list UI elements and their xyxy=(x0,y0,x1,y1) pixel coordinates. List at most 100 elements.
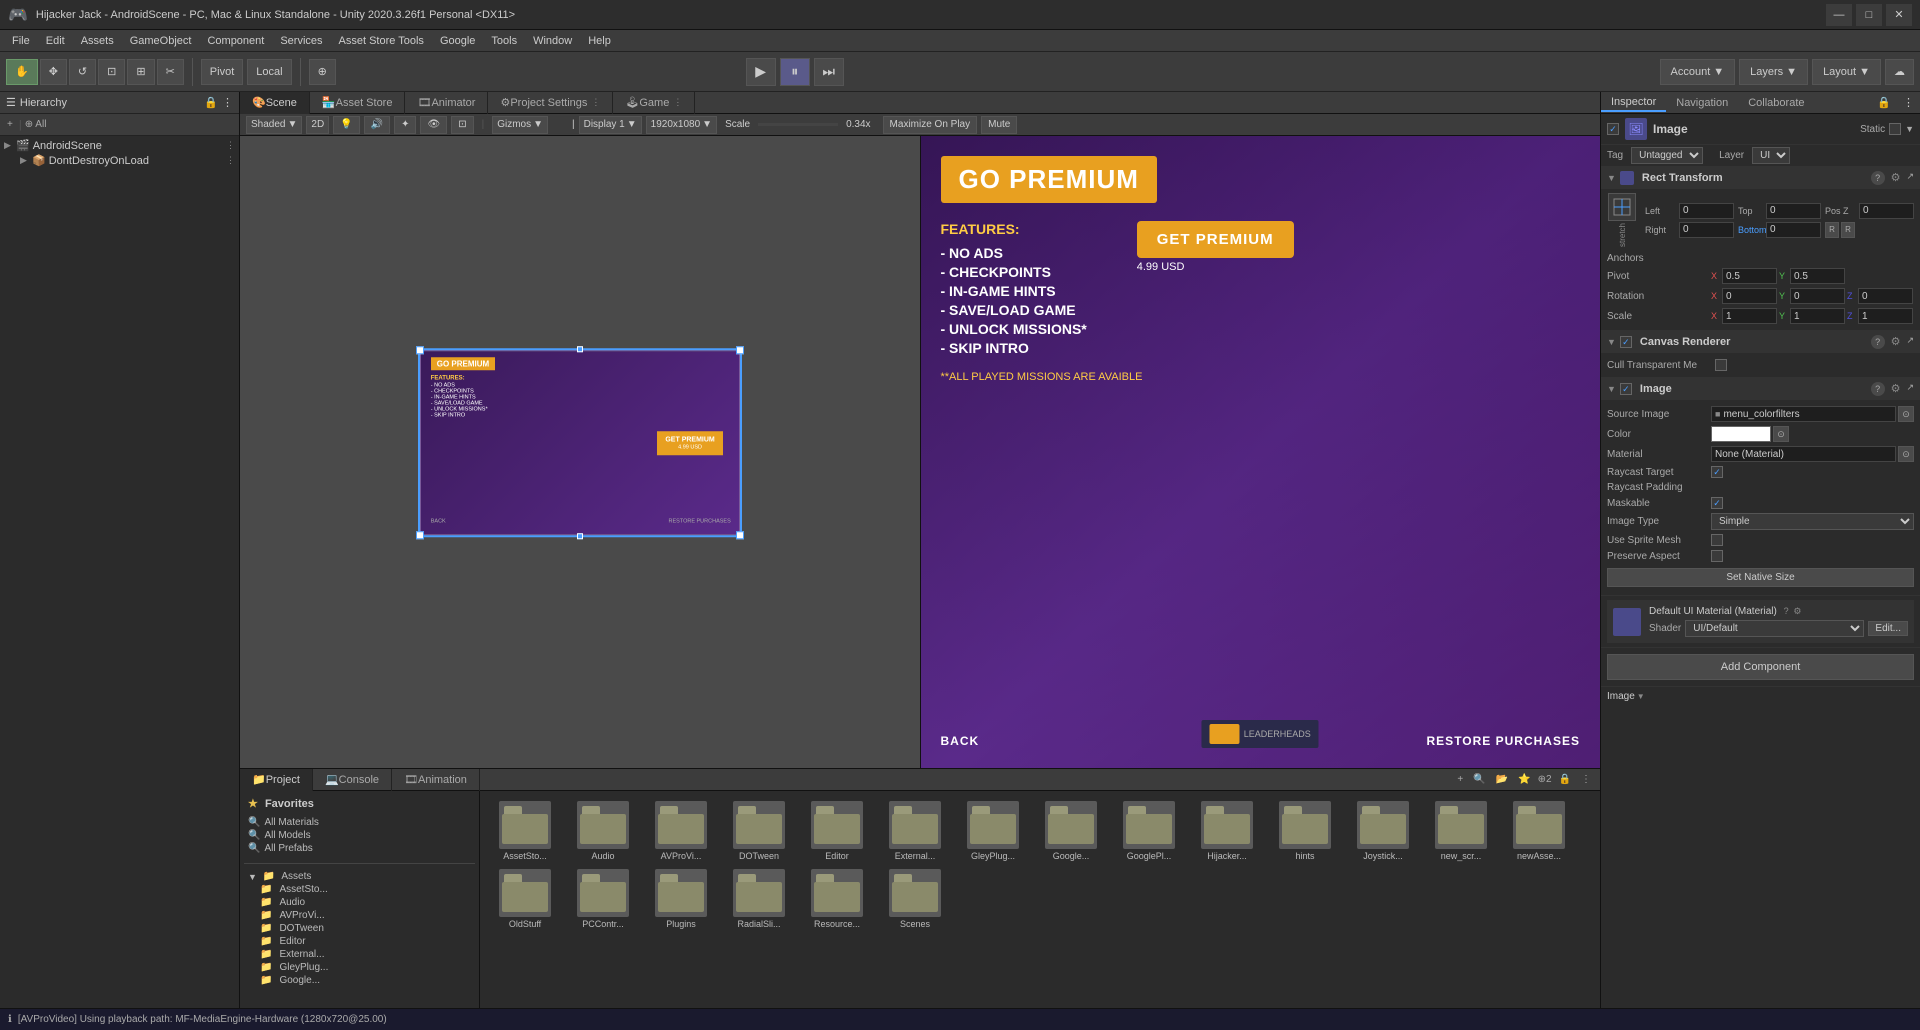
googlemobileads-tree[interactable]: 📁 Google... xyxy=(244,974,475,987)
shading-dropdown[interactable]: Shaded ▼ xyxy=(246,116,302,134)
restore-link[interactable]: RESTORE PURCHASES xyxy=(1427,734,1580,748)
pivot-x-field[interactable] xyxy=(1722,268,1777,284)
asset-newasse[interactable]: newAsse... xyxy=(1504,801,1574,861)
asset-external[interactable]: External... xyxy=(880,801,950,861)
cull-checkbox[interactable] xyxy=(1715,359,1727,371)
rot-z-field[interactable] xyxy=(1858,288,1913,304)
asset-joystick[interactable]: Joystick... xyxy=(1348,801,1418,861)
asset-pccontr[interactable]: PCContr... xyxy=(568,869,638,929)
color-picker[interactable]: ⊙ xyxy=(1773,426,1789,442)
source-image-picker[interactable]: ⊙ xyxy=(1898,406,1914,422)
rect-transform-header[interactable]: ▼ Rect Transform ? ⚙ ↗ xyxy=(1601,167,1920,189)
canvas-gear-btn[interactable]: ⚙ xyxy=(1891,335,1901,349)
shader-select[interactable]: UI/Default xyxy=(1685,620,1864,637)
bottom-folder-btn[interactable]: 📂 xyxy=(1493,773,1511,786)
play-button[interactable]: ▶ xyxy=(746,58,776,86)
menu-services[interactable]: Services xyxy=(272,33,330,49)
hierarchy-item-more2[interactable]: ⋮ xyxy=(226,155,235,166)
pause-button[interactable]: ⏸ xyxy=(780,58,810,86)
asset-plugins[interactable]: Plugins xyxy=(646,869,716,929)
scale-x-field[interactable] xyxy=(1722,308,1777,324)
tab-game[interactable]: 🕹 Game ⋮ xyxy=(613,92,695,114)
posz-field[interactable] xyxy=(1859,203,1914,219)
fav-all-models[interactable]: 🔍 All Models xyxy=(244,829,475,842)
menu-edit[interactable]: Edit xyxy=(38,33,73,49)
hierarchy-menu-btn[interactable]: ☰ xyxy=(6,96,16,109)
get-premium-button[interactable]: GET PREMIUM xyxy=(1137,221,1294,258)
menu-assetstoretools[interactable]: Asset Store Tools xyxy=(331,33,432,49)
tree-item-androidscene[interactable]: ▶ 🎬 AndroidScene ⋮ xyxy=(0,138,239,153)
minimize-button[interactable]: — xyxy=(1826,4,1852,26)
menu-file[interactable]: File xyxy=(4,33,38,49)
asset-radialsli[interactable]: RadialSli... xyxy=(724,869,794,929)
right-field[interactable] xyxy=(1679,222,1734,238)
step-button[interactable]: ⏭ xyxy=(814,58,844,86)
pivot-y-field[interactable] xyxy=(1790,268,1845,284)
image-section-header[interactable]: ▼ Image ? ⚙ ↗ xyxy=(1601,378,1920,400)
tab-collaborate[interactable]: Collaborate xyxy=(1738,95,1814,111)
rot-x-field[interactable] xyxy=(1722,288,1777,304)
r-btn[interactable]: R xyxy=(1825,222,1839,238)
asset-oldstuff[interactable]: OldStuff xyxy=(490,869,560,929)
tree-item-dontdestroy[interactable]: ▶ 📦 DontDestroyOnLoad ⋮ xyxy=(0,153,239,168)
cloud-button[interactable]: ☁ xyxy=(1885,59,1914,85)
resolution-dropdown[interactable]: 1920x1080 ▼ xyxy=(646,116,717,134)
asset-resource[interactable]: Resource... xyxy=(802,869,872,929)
canvas-renderer-header[interactable]: ▼ Canvas Renderer ? ⚙ ↗ xyxy=(1601,331,1920,353)
rect-info-btn[interactable]: ? xyxy=(1871,171,1885,185)
material-info-btn[interactable]: ? xyxy=(1784,606,1789,616)
display-dropdown[interactable]: Display 1 ▼ xyxy=(579,116,642,134)
pivot-button[interactable]: Pivot xyxy=(201,59,243,85)
maximize-on-play-btn[interactable]: Maximize On Play xyxy=(883,116,978,134)
add-component-button[interactable]: Add Component xyxy=(1607,654,1914,680)
scene-selected-object[interactable]: GO PREMIUM FEATURES: - NO ADS - CHECKPOI… xyxy=(420,350,740,535)
scale-y-field[interactable] xyxy=(1790,308,1845,324)
vfx-btn[interactable]: ✦ xyxy=(394,116,416,134)
menu-window[interactable]: Window xyxy=(525,33,580,49)
shader-edit-button[interactable]: Edit... xyxy=(1868,621,1908,636)
extra-tool-1[interactable]: ⊕ xyxy=(309,59,336,85)
transform-tool-button[interactable]: ✂ xyxy=(157,59,184,85)
asset-google[interactable]: Google... xyxy=(1036,801,1106,861)
asset-editor[interactable]: Editor xyxy=(802,801,872,861)
avprovideo-tree[interactable]: 📁 AVProVi... xyxy=(244,909,475,922)
local-button[interactable]: Local xyxy=(247,59,291,85)
rotate-tool-button[interactable]: ↺ xyxy=(69,59,96,85)
material-gear-btn[interactable]: ⚙ xyxy=(1793,606,1801,616)
asset-hijacker[interactable]: Hijacker... xyxy=(1192,801,1262,861)
tab-scene[interactable]: 🎨 Scene xyxy=(240,92,310,114)
image-arrow-down[interactable]: ▼ xyxy=(1637,692,1645,701)
layer-dropdown[interactable]: UI xyxy=(1752,147,1790,164)
hierarchy-more-btn[interactable]: ⋮ xyxy=(222,96,233,109)
layers-button[interactable]: Layers ▼ xyxy=(1739,59,1808,85)
rect-gear-btn[interactable]: ⚙ xyxy=(1891,171,1901,185)
tab-inspector[interactable]: Inspector xyxy=(1601,94,1666,112)
tab-asset-store[interactable]: 🏪 Asset Store xyxy=(310,92,406,114)
asset-googleplay[interactable]: GooglePl... xyxy=(1114,801,1184,861)
scale-z-field[interactable] xyxy=(1858,308,1913,324)
static-checkbox[interactable] xyxy=(1889,123,1901,135)
asset-newscr[interactable]: new_scr... xyxy=(1426,801,1496,861)
move-tool-button[interactable]: ✥ xyxy=(40,59,67,85)
game-view[interactable]: GO PREMIUM FEATURES: - NO ADS - CHECKPOI… xyxy=(921,136,1601,768)
color-swatch[interactable] xyxy=(1711,426,1771,442)
menu-help[interactable]: Help xyxy=(580,33,619,49)
hidden-obj-btn[interactable]: 👁 xyxy=(420,116,447,134)
fav-all-materials[interactable]: 🔍 All Materials xyxy=(244,816,475,829)
audio-tree[interactable]: 📁 Audio xyxy=(244,896,475,909)
dotween-tree[interactable]: 📁 DOTween xyxy=(244,922,475,935)
tab-navigation[interactable]: Navigation xyxy=(1666,95,1738,111)
assetstoretool-tree[interactable]: 📁 AssetSto... xyxy=(244,883,475,896)
hierarchy-item-more[interactable]: ⋮ xyxy=(226,140,235,151)
canvas-info-btn[interactable]: ? xyxy=(1871,335,1885,349)
rect-expand-btn[interactable]: ↗ xyxy=(1906,171,1914,185)
image-info-btn[interactable]: ? xyxy=(1871,382,1885,396)
left-field[interactable] xyxy=(1679,203,1734,219)
menu-assets[interactable]: Assets xyxy=(73,33,122,49)
back-link[interactable]: BACK xyxy=(941,734,980,748)
top-field[interactable] xyxy=(1766,203,1821,219)
scale-tool-button[interactable]: ⊡ xyxy=(98,59,125,85)
bottom-more-btn[interactable]: ⋮ xyxy=(1578,773,1594,786)
hierarchy-content[interactable]: ▶ 🎬 AndroidScene ⋮ ▶ 📦 DontDestroyOnLoad… xyxy=(0,136,239,1008)
stretch-icon[interactable] xyxy=(1608,193,1636,221)
